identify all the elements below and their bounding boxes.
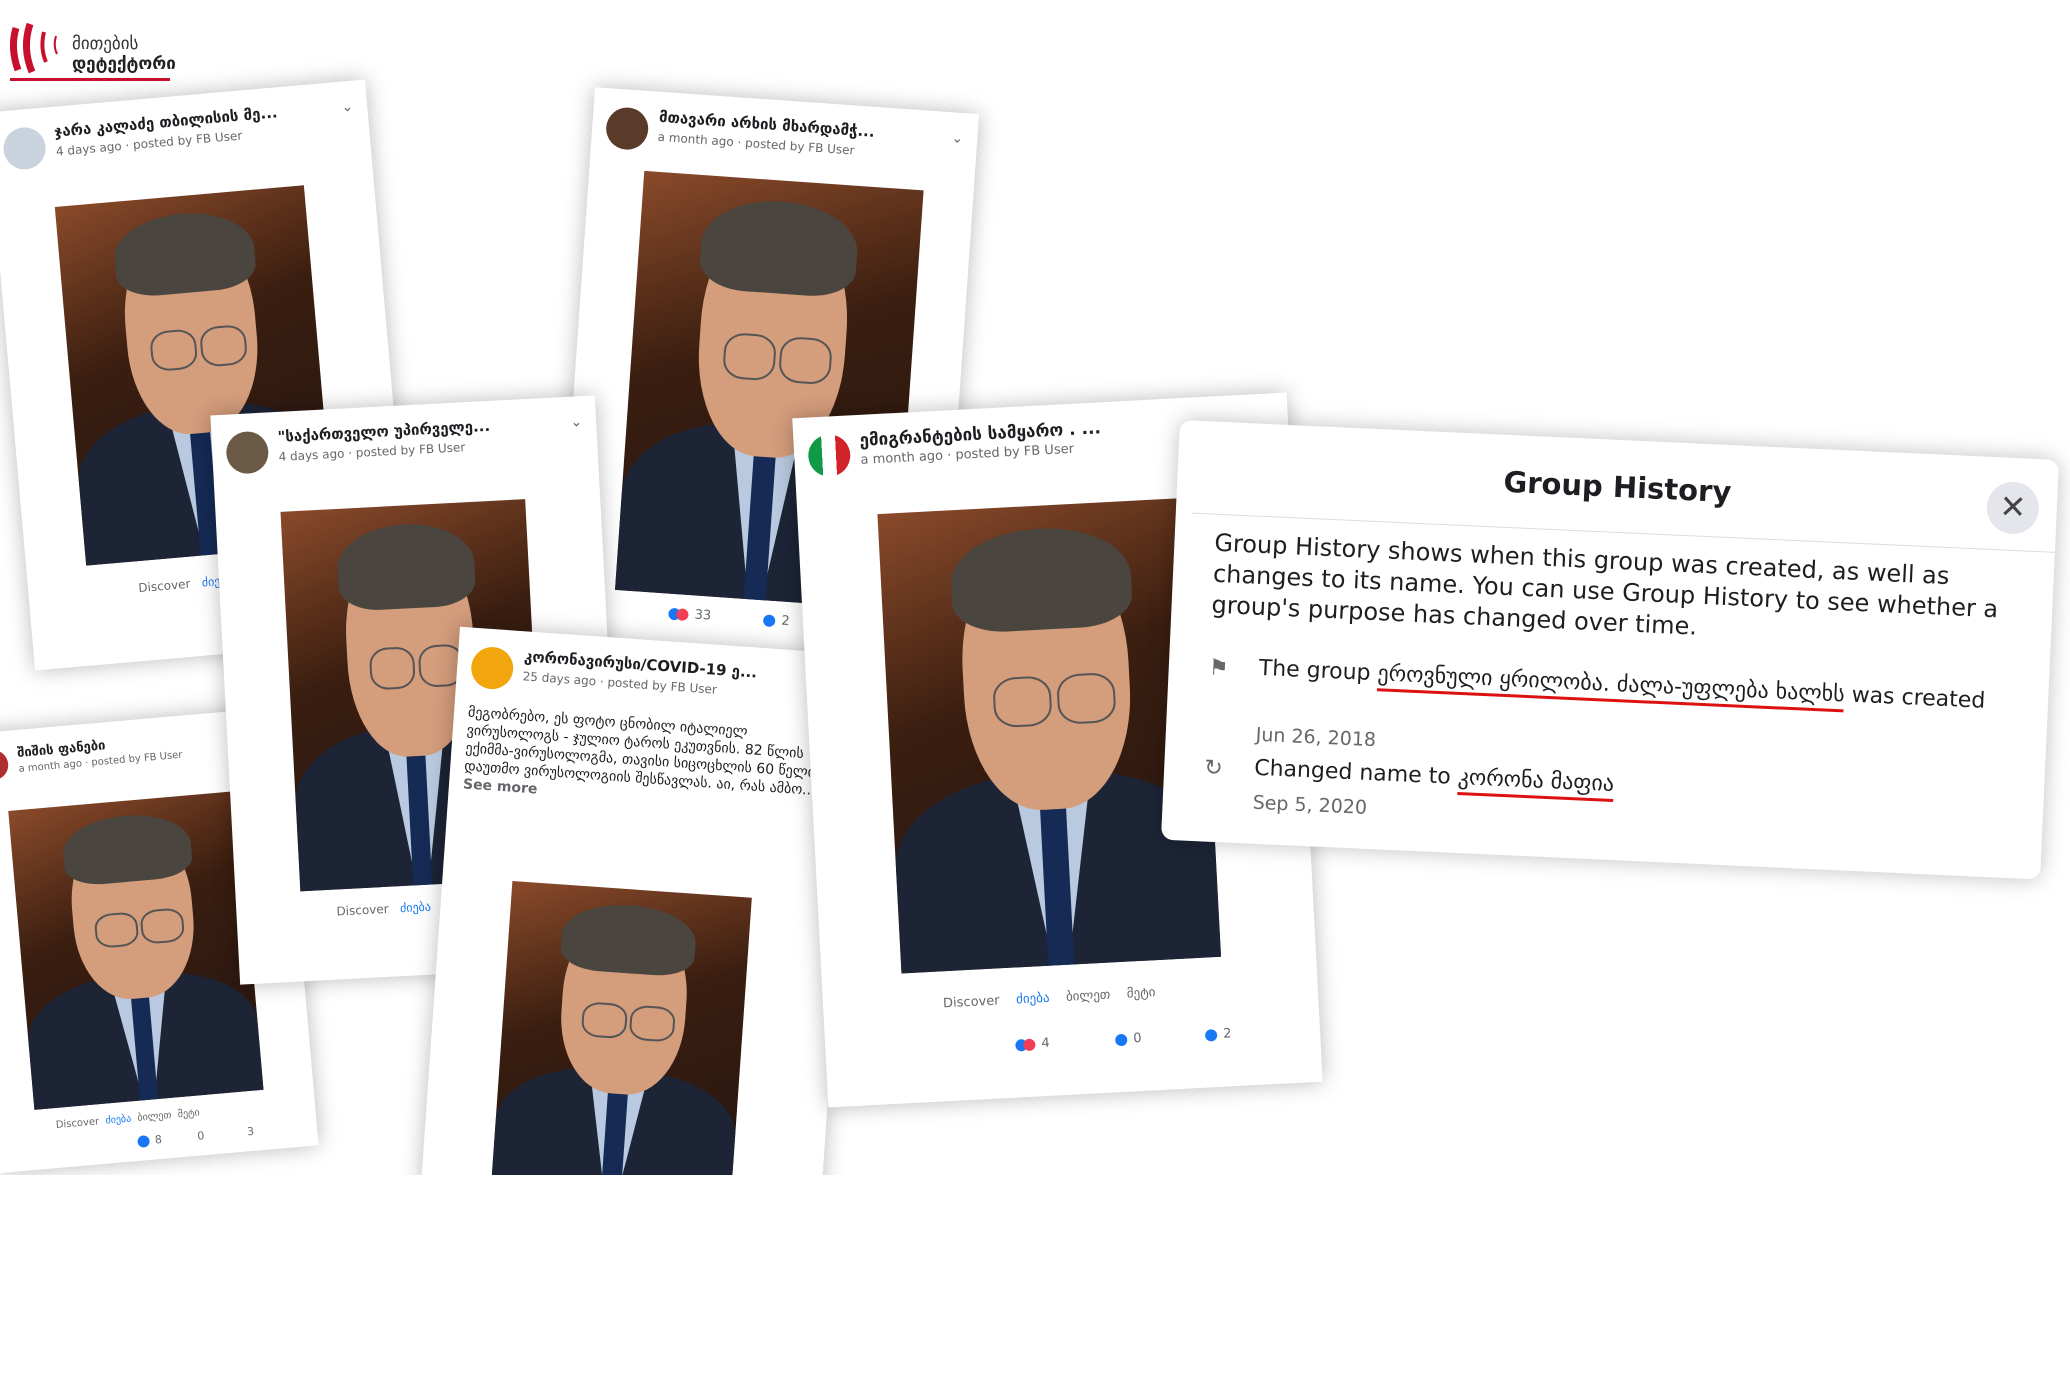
chevron-down-icon[interactable]: ⌄ (341, 99, 354, 116)
group-avatar (0, 748, 10, 782)
group-avatar (225, 430, 270, 475)
comment-icon (762, 613, 776, 627)
changed-prefix: Changed name to (1253, 755, 1452, 790)
love-icon (676, 607, 689, 621)
nav-tickets[interactable]: ბილეთ (137, 1110, 172, 1124)
chevron-down-icon[interactable]: ⌄ (951, 130, 964, 147)
group-name[interactable]: "საქართველო უპირველე... (277, 414, 553, 446)
comment-count: 0 (1114, 1031, 1142, 1047)
post-photo[interactable] (490, 881, 752, 1175)
nav-search[interactable]: ძიება (105, 1113, 132, 1126)
share-count: 2 (1204, 1026, 1232, 1042)
group-avatar (469, 645, 515, 691)
post-photo[interactable] (8, 790, 264, 1110)
reaction-count: 8 (137, 1133, 163, 1148)
comment-icon (1114, 1033, 1128, 1046)
reaction-count: 4 (1015, 1036, 1050, 1053)
changed-group-name: კორონა მაფია (1456, 764, 1615, 803)
nav-discover[interactable]: Discover (55, 1116, 99, 1131)
group-avatar (807, 433, 852, 478)
reaction-count: 33 (668, 606, 712, 624)
nav-tickets[interactable]: ბილეთ (1066, 988, 1111, 1005)
nav-search[interactable]: ძიება (1016, 991, 1050, 1008)
nav-discover[interactable]: Discover (138, 577, 191, 595)
created-prefix: The group (1258, 655, 1372, 686)
group-history-dialog: Group History ✕ Group History shows when… (1160, 420, 2060, 880)
changed-date: Sep 5, 2020 (1252, 791, 1368, 819)
dialog-title: Group History (1502, 464, 1733, 510)
bottom-nav: Discover ძიება (336, 900, 431, 919)
rename-icon: ↻ (1203, 755, 1224, 782)
flag-icon: ⚑ (1208, 655, 1230, 682)
bottom-nav: Discover ძიება ბილეთ მეტი (943, 985, 1156, 1011)
history-created-row: ⚑ The group ეროვნული ყრილობა. ძალა-უფლებ… (1208, 652, 2019, 752)
group-avatar (1, 125, 48, 172)
comment-count: 0 (196, 1129, 205, 1143)
nav-more[interactable]: მეტი (177, 1107, 200, 1120)
created-date: Jun 26, 2018 (1255, 723, 1377, 752)
nav-discover[interactable]: Discover (336, 902, 389, 919)
created-suffix: was created (1851, 682, 1986, 714)
bottom-nav: Discover ძიება ბილეთ მეტი (55, 1107, 200, 1131)
comment-count: 2 (762, 612, 790, 629)
nav-search[interactable]: ძიება (400, 900, 432, 916)
share-icon (1204, 1028, 1218, 1042)
chevron-down-icon[interactable]: ⌄ (570, 414, 583, 431)
love-icon (1023, 1038, 1036, 1051)
see-more-link[interactable]: See more (462, 776, 537, 797)
like-icon (137, 1134, 151, 1148)
nav-discover[interactable]: Discover (943, 993, 1000, 1011)
group-avatar (604, 106, 650, 152)
created-group-name: ეროვნული ყრილობა. ძალა-უფლება ხალხს (1376, 661, 1846, 713)
collage: ჯარა კალაძე თბილისის მე... 4 days ago · … (0, 0, 2070, 1175)
history-renamed-row: ↻ Changed name to კორონა მაფია Sep 5, 20… (1203, 751, 2014, 819)
share-count: 3 (246, 1124, 255, 1139)
dialog-description: Group History shows when this group was … (1211, 528, 1999, 641)
post-card: კორონავირუსი/COVID-19 ე... 25 days ago ·… (420, 626, 860, 1175)
nav-more[interactable]: მეტი (1126, 985, 1155, 1001)
